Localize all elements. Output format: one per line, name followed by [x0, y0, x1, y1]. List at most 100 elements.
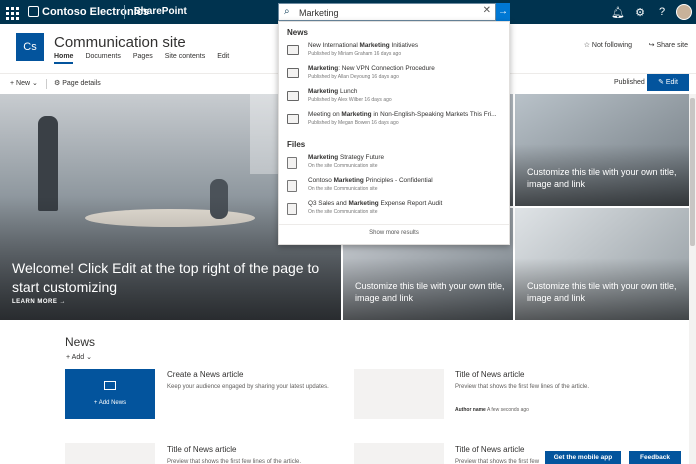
suggestion-meta: Published by Allan Deyoung 16 days ago: [308, 74, 399, 80]
app-name[interactable]: SharePoint: [134, 6, 187, 17]
published-status: Published: [614, 79, 645, 86]
scrollbar-thumb[interactable]: [690, 98, 695, 246]
edit-label: Edit: [665, 79, 678, 86]
chevron-down-icon: ⌄: [84, 354, 92, 361]
suggestion-title-text: in Non-English-Speaking Markets This Fri…: [371, 111, 497, 118]
suggestion-title-text: Expense Report Audit: [378, 200, 443, 207]
add-news-card[interactable]: + Add News: [65, 369, 155, 419]
nav-home[interactable]: Home: [54, 53, 74, 64]
suggestion-title-match: Marketing: [333, 177, 364, 184]
search-suggestion-news[interactable]: Marketing Lunch Published by Alex Wilber …: [287, 88, 505, 108]
news-article-title[interactable]: Title of News article: [455, 370, 525, 379]
news-heading: News: [65, 335, 96, 349]
suggestion-meta: Published by Megan Bowen 16 days ago: [308, 120, 399, 126]
search-icon: ⌕: [284, 6, 290, 17]
share-site-button[interactable]: ↪ Share site: [649, 41, 688, 49]
suite-actions: 🔔︎ ⚙ ?: [610, 0, 692, 24]
suggestion-title-text: Meeting on: [308, 111, 342, 118]
suggestion-title-text: Initiatives: [389, 42, 419, 49]
suggestion-title-text: : New VPN Connection Procedure: [338, 65, 435, 72]
search-submit-button[interactable]: →: [496, 3, 510, 21]
news-article-preview: Preview that shows the first few lines o…: [167, 459, 302, 464]
get-mobile-app-button[interactable]: Get the mobile app: [545, 451, 621, 464]
suggestion-title-text: Principles - Confidential: [363, 177, 433, 184]
suggestion-meta: Published by Alex Wilber 16 days ago: [308, 97, 392, 103]
search-suggestion-news[interactable]: Meeting on Marketing in Non-English-Spea…: [287, 111, 505, 131]
help-icon[interactable]: ?: [654, 4, 670, 20]
news-thumbnail[interactable]: [65, 443, 155, 464]
search-box: ⌕ ✕: [278, 3, 496, 21]
site-navigation: Home Documents Pages Site contents Edit: [54, 53, 229, 64]
feedback-button[interactable]: Feedback: [629, 451, 681, 464]
suggestion-title-match: Marketing: [348, 200, 379, 207]
document-icon: [287, 180, 297, 192]
follow-button[interactable]: ☆ Not following: [584, 41, 632, 49]
search-suggestion-files[interactable]: Contoso Marketing Principles - Confident…: [287, 177, 505, 197]
edit-button[interactable]: ✎ Edit: [647, 74, 689, 91]
site-logo[interactable]: Cs: [16, 33, 44, 61]
suggestion-title-match: Marketing: [308, 154, 339, 161]
news-article-title[interactable]: Title of News article: [455, 445, 525, 454]
document-icon: [287, 203, 297, 215]
learn-more-link[interactable]: LEARN MORE →: [12, 299, 66, 305]
suite-divider: [124, 5, 125, 19]
chevron-down-icon: ⌄: [30, 80, 38, 87]
create-news-description: Keep your audience engaged by sharing yo…: [167, 384, 329, 390]
suggestion-title: Q3 Sales and Marketing Expense Report Au…: [308, 200, 442, 207]
org-brand[interactable]: Contoso Electronics: [28, 6, 149, 18]
show-more-results-link[interactable]: Show more results: [279, 230, 509, 236]
add-news-button[interactable]: + Add ⌄: [66, 353, 92, 361]
brand-logo-icon: [28, 6, 39, 17]
hero-title: Welcome! Click Edit at the top right of …: [12, 260, 320, 295]
page-details-button[interactable]: ⚙ Page details: [54, 79, 101, 87]
news-age: A few seconds ago: [486, 407, 529, 413]
hero-tile-top-right[interactable]: Customize this tile with your own title,…: [515, 94, 696, 206]
site-title[interactable]: Communication site: [54, 34, 186, 51]
suggestions-files-heading: Files: [287, 140, 306, 149]
suggestion-title: Marketing Lunch: [308, 88, 357, 95]
suggestion-title-match: Marketing: [308, 88, 339, 95]
nav-pages[interactable]: Pages: [133, 53, 153, 64]
news-article-title[interactable]: Title of News article: [167, 445, 237, 454]
close-icon[interactable]: ✕: [483, 5, 491, 16]
add-news-label: + Add News: [65, 400, 155, 406]
new-button[interactable]: + New ⌄: [10, 79, 38, 87]
suggestion-title-text: Q3 Sales and: [308, 200, 349, 207]
news-thumbnail[interactable]: [354, 443, 444, 464]
command-divider: [46, 79, 47, 89]
avatar[interactable]: [676, 4, 692, 20]
suggestions-news-heading: News: [287, 28, 308, 37]
search-suggestion-news[interactable]: Marketing: New VPN Connection Procedure P…: [287, 65, 505, 85]
nav-documents[interactable]: Documents: [85, 53, 120, 64]
suggestion-title: Meeting on Marketing in Non-English-Spea…: [308, 111, 497, 118]
news-thumbnail[interactable]: [354, 369, 444, 419]
search-suggestion-news[interactable]: New International Marketing Initiatives P…: [287, 42, 505, 62]
suggestions-divider: [279, 224, 509, 225]
news-article-preview: Preview that shows the first few lines o…: [455, 384, 590, 390]
nav-edit[interactable]: Edit: [217, 53, 229, 64]
document-icon: [287, 157, 297, 169]
news-author: Author name: [455, 407, 486, 413]
scrollbar[interactable]: [689, 94, 696, 464]
hero-tile-bottom-right[interactable]: Customize this tile with your own title,…: [515, 208, 696, 320]
search-input[interactable]: [299, 6, 479, 19]
nav-site-contents[interactable]: Site contents: [165, 53, 205, 64]
news-article-meta: Author name A few seconds ago: [455, 407, 529, 413]
news-article-preview: Preview that shows the first few lines o…: [455, 459, 540, 464]
brand-name: Contoso Electronics: [42, 6, 149, 18]
suggestion-title: Marketing: New VPN Connection Procedure: [308, 65, 435, 72]
news-icon: [287, 91, 299, 101]
page-details-label: Page details: [62, 80, 101, 87]
bell-icon[interactable]: 🔔︎: [610, 4, 626, 20]
suggestion-title-match: Marketing: [359, 42, 390, 49]
gear-icon: ⚙: [54, 80, 63, 87]
app-launcher-icon[interactable]: [0, 0, 24, 24]
search-suggestion-files[interactable]: Q3 Sales and Marketing Expense Report Au…: [287, 200, 505, 220]
suggestion-title-text: Contoso: [308, 177, 334, 184]
suggestion-title-match: Marketing: [308, 65, 339, 72]
tile-caption: Customize this tile with your own title,…: [355, 281, 505, 303]
search-suggestion-files[interactable]: Marketing Strategy Future On the site Com…: [287, 154, 505, 174]
create-news-title[interactable]: Create a News article: [167, 370, 243, 379]
suggestion-title-text: Strategy Future: [338, 154, 385, 161]
gear-icon[interactable]: ⚙: [632, 4, 648, 20]
